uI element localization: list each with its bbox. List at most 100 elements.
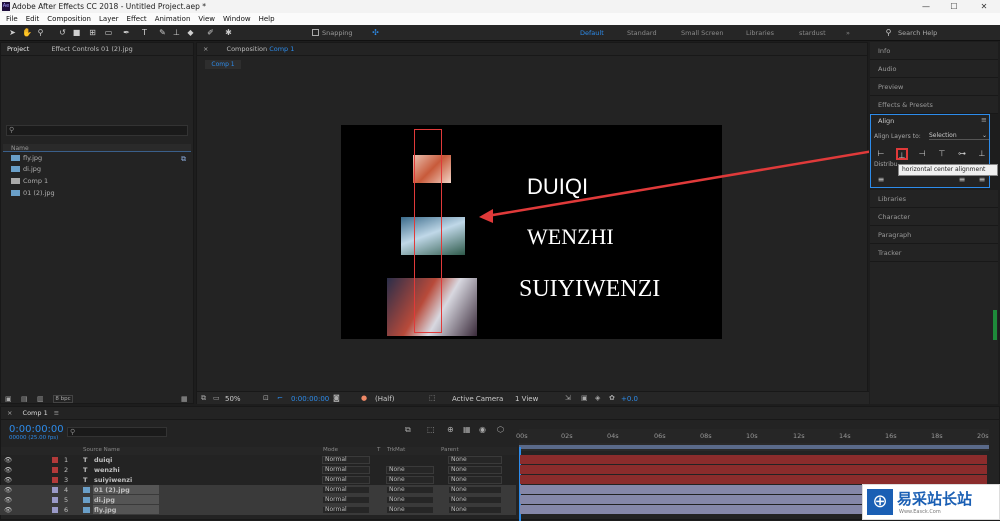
trkmat-dropdown[interactable]: None [386,506,434,514]
new-comp-icon[interactable]: ▥ [37,395,44,403]
layer-duration-bar[interactable] [520,465,987,474]
menu-edit[interactable]: Edit [22,15,44,23]
snapshot-icon[interactable]: ◙ [333,394,340,402]
brush-tool-icon[interactable]: ✎ [158,28,167,37]
zoom-dropdown[interactable]: 50% [225,395,241,403]
timeline-search-input[interactable]: ⚲ [67,427,167,437]
project-search-input[interactable]: ⚲ [6,125,188,136]
draft-3d-icon[interactable]: ▣ [581,394,588,402]
visibility-eye-icon[interactable]: 👁 [4,465,12,475]
parent-dropdown[interactable]: None [448,496,502,504]
bpc-button[interactable]: 8 bpc [53,395,73,403]
parent-dropdown[interactable]: None [448,506,502,514]
blend-mode-dropdown[interactable]: Normal [322,506,370,514]
project-item-comp1[interactable]: Comp 1 [11,176,48,186]
layer-row[interactable]: 👁 3 T suiyiwenzi Normal None None [0,475,516,485]
label-color-swatch[interactable] [52,457,58,463]
zoom-tool-icon[interactable]: ⚲ [36,28,45,37]
parent-dropdown[interactable]: None [448,456,502,464]
layer-name[interactable]: di.jpg [93,495,159,504]
menu-composition[interactable]: Composition [43,15,95,23]
blend-mode-dropdown[interactable]: Normal [322,476,370,484]
interpret-footage-icon[interactable]: ▣ [5,395,12,403]
timeline-menu-icon[interactable]: ≡ [54,409,59,417]
align-top-icon[interactable]: ⊤ [936,148,948,160]
region-of-interest-icon[interactable]: ⬚ [429,394,436,402]
flowchart-icon[interactable]: ⧉ [181,155,186,164]
camera-tool-icon[interactable]: ■ [72,28,81,37]
color-channel-icon[interactable]: ● [361,394,367,402]
parent-dropdown[interactable]: None [448,476,502,484]
layer-duration-bar[interactable] [520,455,987,464]
trash-icon[interactable]: ▦ [181,395,188,403]
project-item-01-2[interactable]: 01 (2).jpg [11,188,55,198]
label-color-swatch[interactable] [52,497,58,503]
fit-icon[interactable]: ⊡ [263,394,269,402]
work-area-bar[interactable] [519,443,989,451]
effect-controls-tab[interactable]: Effect Controls 01 (2).jpg [51,45,132,53]
layer-row-selected[interactable]: 👁 6 fly.jpg Normal None None [0,505,516,515]
effects-presets-panel[interactable]: Effects & Presets [870,96,998,114]
parent-dropdown[interactable]: None [448,486,502,494]
puppet-pin-tool-icon[interactable]: ✱ [224,28,233,37]
align-horizontal-center-icon[interactable]: ⊥ [896,148,908,160]
project-item-fly[interactable]: fly.jpg [11,153,42,163]
project-column-header[interactable]: Name [3,144,191,152]
parent-header[interactable]: Parent [441,447,459,453]
exposure-value[interactable]: +0.0 [621,395,638,403]
maximize-button[interactable]: ☐ [940,0,968,13]
character-panel[interactable]: Character [870,208,998,226]
layer-row-selected[interactable]: 👁 4 01 (2).jpg Normal None None [0,485,516,495]
eraser-tool-icon[interactable]: ◆ [186,28,195,37]
selection-tool-icon[interactable]: ➤ [8,28,17,37]
resolution-dropdown[interactable]: (Half) [375,395,394,403]
parent-dropdown[interactable]: None [448,466,502,474]
align-left-icon[interactable]: ⊢ [875,148,887,160]
shy-layers-icon[interactable]: ⊕ [447,425,454,434]
menu-animation[interactable]: Animation [151,15,195,23]
align-bottom-icon[interactable]: ⊥ [976,148,988,160]
info-panel[interactable]: Info [870,42,998,60]
menu-view[interactable]: View [194,15,219,23]
label-color-swatch[interactable] [52,507,58,513]
layer-row[interactable]: 👁 2 T wenzhi Normal None None [0,465,516,475]
close-timeline-icon[interactable]: × [7,409,12,417]
visibility-eye-icon[interactable]: 👁 [4,495,12,505]
audio-panel[interactable]: Audio [870,60,998,78]
view-layout-dropdown[interactable]: 1 View [515,395,538,403]
preview-panel[interactable]: Preview [870,78,998,96]
tracker-panel[interactable]: Tracker [870,244,998,262]
roto-brush-tool-icon[interactable]: ✐ [206,28,215,37]
libraries-panel[interactable]: Libraries [870,190,998,208]
source-name-header[interactable]: Source Name [83,447,120,453]
menu-effect[interactable]: Effect [123,15,151,23]
blend-mode-dropdown[interactable]: Normal [322,486,370,494]
align-panel-menu-icon[interactable]: ≡ [981,116,987,124]
fast-preview-icon[interactable]: ◈ [595,394,600,402]
workspace-standard[interactable]: Standard [627,29,657,37]
rotate-tool-icon[interactable]: ↺ [58,28,67,37]
workspace-default[interactable]: Default [580,29,604,37]
search-help-input[interactable]: Search Help [898,29,937,37]
trkmat-dropdown[interactable]: None [386,486,434,494]
pan-behind-tool-icon[interactable]: ⊞ [88,28,97,37]
align-right-icon[interactable]: ⊣ [916,148,928,160]
toggle-pixel-icon[interactable]: ⇲ [565,394,571,402]
close-button[interactable]: ✕ [968,0,1000,13]
blend-mode-dropdown[interactable]: Normal [322,496,370,504]
trkmat-dropdown[interactable]: None [386,496,434,504]
align-vertical-center-icon[interactable]: ⊶ [956,148,968,160]
workspace-stardust[interactable]: stardust [799,29,826,37]
project-item-di[interactable]: di.jpg [11,164,41,174]
layer-row-selected[interactable]: 👁 5 di.jpg Normal None None [0,495,516,505]
label-color-swatch[interactable] [52,487,58,493]
t-header[interactable]: T [377,447,380,453]
layer-name[interactable]: suiyiwenzi [94,475,132,485]
comp-mini-flowchart-icon[interactable]: ⧉ [405,425,411,435]
timeline-timecode[interactable]: 0:00:00:00 [9,424,64,435]
blend-mode-dropdown[interactable]: Normal [322,456,370,464]
workspace-libraries[interactable]: Libraries [746,29,774,37]
frame-blending-icon[interactable]: ▦ [463,425,471,434]
rectangle-tool-icon[interactable]: ▭ [104,28,113,37]
snap-option-icon[interactable]: ✣ [371,28,380,37]
